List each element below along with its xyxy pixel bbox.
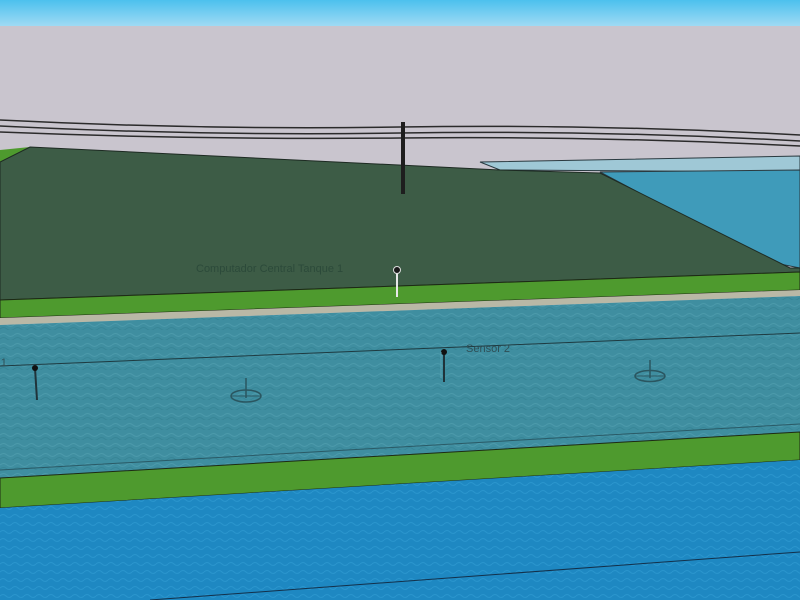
computer-central-label: Computador Central Tanque 1 [196, 263, 344, 275]
3d-viewport[interactable]: Computador Central Tanque 1 Sensor 2 r 1 [0, 0, 800, 600]
sensor-1-label: r 1 [0, 357, 7, 369]
utility-pole-icon[interactable] [401, 122, 405, 194]
scene-canvas[interactable] [0, 0, 800, 600]
sky-strip [0, 0, 800, 26]
sensor-2-label: Sensor 2 [466, 343, 511, 355]
